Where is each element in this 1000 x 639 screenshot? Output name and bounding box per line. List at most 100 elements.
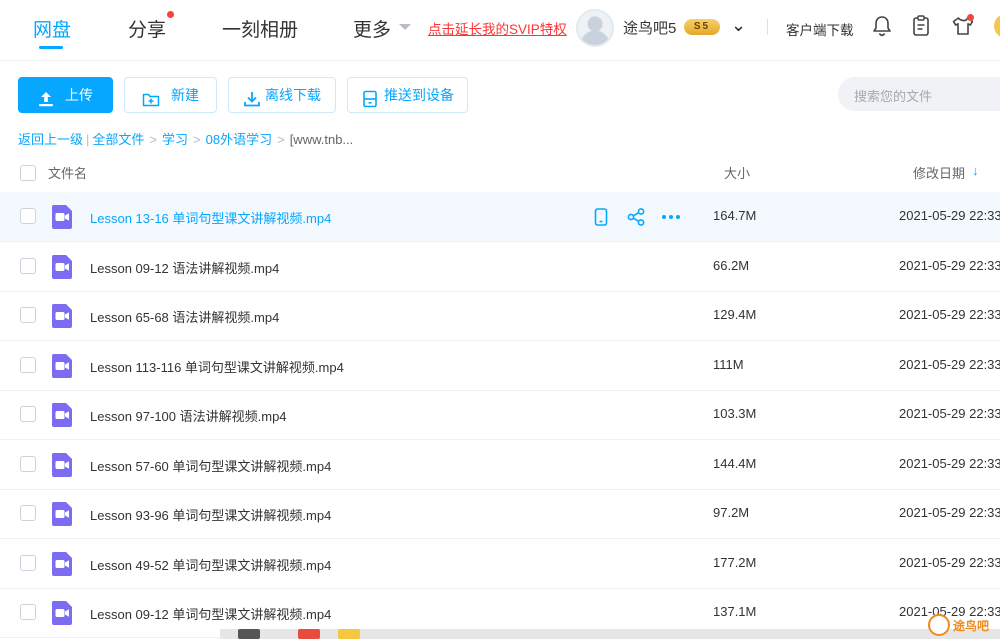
phone-icon[interactable] bbox=[591, 207, 611, 227]
vip-level-number: 5 bbox=[702, 21, 711, 32]
chevron-down-icon[interactable]: ⌄ bbox=[731, 15, 746, 36]
device-icon bbox=[361, 86, 379, 108]
more-icon[interactable] bbox=[661, 207, 681, 227]
breadcrumb-item[interactable]: 学习 bbox=[162, 132, 188, 147]
tab-share[interactable]: 分享 bbox=[128, 15, 166, 42]
table-row[interactable]: Lesson 57-60 单词句型课文讲解视频.mp4 144.4M 2021-05… bbox=[0, 440, 1000, 490]
video-file-icon bbox=[50, 551, 74, 577]
sort-descending-icon[interactable]: ↓ bbox=[972, 163, 979, 178]
video-file-icon bbox=[50, 303, 74, 329]
breadcrumb-separator: > bbox=[193, 132, 201, 147]
vip-level-icon: S bbox=[693, 21, 703, 32]
push-to-device-button[interactable]: 推送到设备 bbox=[347, 77, 468, 113]
activity-avatar[interactable] bbox=[994, 14, 1000, 38]
svip-renew-link[interactable]: 点击延长我的SVIP特权 bbox=[428, 18, 567, 38]
table-row[interactable]: Lesson 93-96 单词句型课文讲解视频.mp4 97.2M 2021-05-… bbox=[0, 489, 1000, 539]
row-checkbox[interactable] bbox=[20, 555, 36, 571]
file-size: 129.4M bbox=[713, 307, 757, 322]
video-file-icon bbox=[50, 353, 74, 379]
breadcrumb-current: [www.tnb... bbox=[289, 132, 354, 147]
new-folder-icon bbox=[142, 86, 160, 107]
table-row[interactable]: Lesson 65-68 语法讲解视频.mp4 129.4M 2021-05-29 … bbox=[0, 291, 1000, 341]
upload-label: 上传 bbox=[65, 87, 93, 103]
tab-netdisk[interactable]: 网盘 bbox=[33, 15, 71, 42]
taskbar-app-icon[interactable] bbox=[338, 629, 360, 639]
download-icon bbox=[243, 86, 261, 107]
upload-button[interactable]: 上传 bbox=[18, 77, 113, 113]
file-name[interactable]: Lesson 49-52 单词句型课文讲解视频.mp4 bbox=[90, 555, 331, 574]
column-header-size[interactable]: 大小 bbox=[724, 163, 750, 182]
tab-moment-album[interactable]: 一刻相册 bbox=[222, 15, 298, 42]
active-tab-indicator bbox=[39, 46, 63, 49]
video-file-icon bbox=[50, 402, 74, 428]
file-size: 137.1M bbox=[713, 604, 757, 619]
push-to-device-label: 推送到设备 bbox=[384, 87, 454, 103]
file-name[interactable]: Lesson 13-16 单词句型课文讲解视频.mp4 bbox=[90, 208, 331, 227]
taskbar-app-icon[interactable] bbox=[238, 629, 260, 639]
column-header-modified[interactable]: 修改日期 bbox=[913, 163, 965, 182]
tab-more[interactable]: 更多 bbox=[353, 15, 391, 42]
skin-notification-dot bbox=[967, 14, 974, 21]
share-icon[interactable] bbox=[626, 207, 646, 227]
avatar[interactable] bbox=[576, 9, 614, 47]
file-name[interactable]: Lesson 65-68 语法讲解视频.mp4 bbox=[90, 307, 279, 326]
file-modified-date: 2021-05-29 22:33 bbox=[899, 307, 1000, 322]
video-file-icon bbox=[50, 452, 74, 478]
row-checkbox[interactable] bbox=[20, 505, 36, 521]
row-checkbox[interactable] bbox=[20, 307, 36, 323]
select-all-checkbox[interactable] bbox=[20, 165, 36, 181]
table-row[interactable]: Lesson 09-12 语法讲解视频.mp4 66.2M 2021-05-29 2… bbox=[0, 242, 1000, 292]
table-row[interactable]: Lesson 113-116 单词句型课文讲解视频.mp4 111M 2021-05… bbox=[0, 341, 1000, 391]
share-notification-dot bbox=[167, 11, 174, 18]
file-name[interactable]: Lesson 113-116 单词句型课文讲解视频.mp4 bbox=[90, 357, 344, 376]
file-modified-date: 2021-05-29 22:33 bbox=[899, 357, 1000, 372]
table-row[interactable]: Lesson 97-100 语法讲解视频.mp4 103.3M 2021-05-29… bbox=[0, 390, 1000, 440]
more-dropdown-icon[interactable] bbox=[399, 24, 411, 30]
offline-download-button[interactable]: 离线下载 bbox=[228, 77, 336, 113]
row-checkbox[interactable] bbox=[20, 456, 36, 472]
column-header-name[interactable]: 文件名 bbox=[48, 163, 87, 182]
breadcrumb-back-link[interactable]: 返回上一级 bbox=[18, 132, 83, 147]
video-file-icon bbox=[50, 204, 74, 230]
video-file-icon bbox=[50, 501, 74, 527]
taskbar-app-icon[interactable] bbox=[298, 629, 320, 639]
new-folder-button[interactable]: 新建 bbox=[124, 77, 217, 113]
file-modified-date: 2021-05-29 22:33 bbox=[899, 258, 1000, 273]
file-size: 177.2M bbox=[713, 555, 757, 570]
file-name[interactable]: Lesson 57-60 单词句型课文讲解视频.mp4 bbox=[90, 456, 331, 475]
file-size: 103.3M bbox=[713, 406, 757, 421]
file-name[interactable]: Lesson 09-12 单词句型课文讲解视频.mp4 bbox=[90, 604, 331, 623]
row-checkbox[interactable] bbox=[20, 258, 36, 274]
breadcrumb-separator: > bbox=[277, 132, 285, 147]
file-modified-date: 2021-05-29 22:33 bbox=[899, 456, 1000, 471]
file-size: 111M bbox=[713, 357, 744, 372]
clipboard-icon[interactable] bbox=[910, 14, 932, 38]
row-checkbox[interactable] bbox=[20, 406, 36, 422]
file-size: 164.7M bbox=[713, 208, 757, 223]
row-checkbox[interactable] bbox=[20, 357, 36, 373]
search-input[interactable]: 搜索您的文件 bbox=[838, 77, 1000, 111]
top-navigation: 网盘 分享 一刻相册 更多 点击延长我的SVIP特权 途鸟吧5 S5 ⌄ 客户端… bbox=[0, 0, 1000, 61]
file-name[interactable]: Lesson 93-96 单词句型课文讲解视频.mp4 bbox=[90, 505, 331, 524]
table-row[interactable]: Lesson 13-16 单词句型课文讲解视频.mp4 164.7M 2021-05… bbox=[0, 192, 1000, 242]
file-name[interactable]: Lesson 97-100 语法讲解视频.mp4 bbox=[90, 406, 287, 425]
bell-icon[interactable] bbox=[871, 14, 893, 38]
file-modified-date: 2021-05-29 22:33 bbox=[899, 406, 1000, 421]
file-modified-date: 2021-05-29 22:33 bbox=[899, 555, 1000, 570]
divider bbox=[767, 19, 768, 35]
breadcrumb-item[interactable]: 08外语学习 bbox=[206, 132, 272, 147]
breadcrumb-separator: > bbox=[149, 132, 158, 147]
table-row[interactable]: Lesson 49-52 单词句型课文讲解视频.mp4 177.2M 2021-05… bbox=[0, 539, 1000, 589]
row-checkbox[interactable] bbox=[20, 208, 36, 224]
file-size: 66.2M bbox=[713, 258, 750, 273]
new-label: 新建 bbox=[171, 87, 199, 103]
taskbar-strip bbox=[220, 629, 1000, 639]
file-modified-date: 2021-05-29 22:33 bbox=[899, 208, 1000, 223]
username[interactable]: 途鸟吧5 bbox=[623, 17, 676, 38]
breadcrumb-all-files[interactable]: 全部文件 bbox=[92, 132, 144, 147]
file-name[interactable]: Lesson 09-12 语法讲解视频.mp4 bbox=[90, 258, 279, 277]
video-file-icon bbox=[50, 254, 74, 280]
client-download-link[interactable]: 客户端下载 bbox=[786, 19, 854, 39]
breadcrumb-divider: | bbox=[86, 132, 90, 147]
row-checkbox[interactable] bbox=[20, 604, 36, 620]
